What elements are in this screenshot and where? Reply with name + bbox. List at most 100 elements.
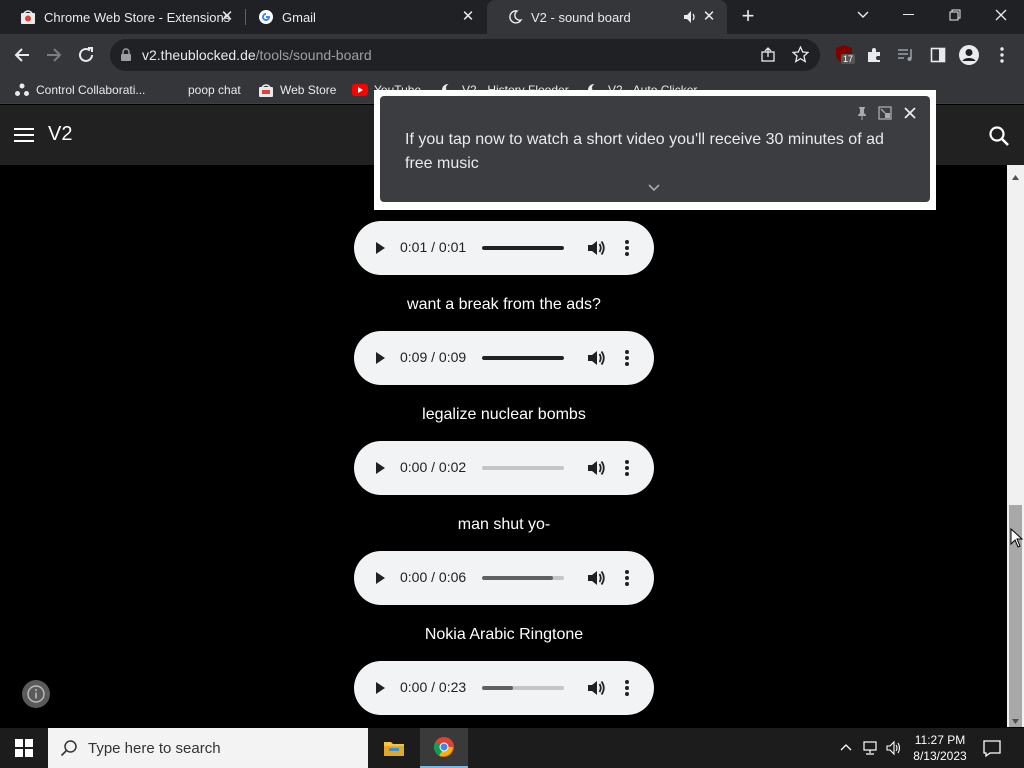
more-options-icon[interactable] bbox=[624, 678, 630, 698]
search-icon[interactable] bbox=[988, 125, 1010, 147]
profile-avatar-icon[interactable] bbox=[957, 43, 981, 67]
tab-audio-icon[interactable] bbox=[683, 9, 697, 25]
audio-player[interactable]: 0:09 / 0:09 bbox=[354, 331, 654, 385]
forward-arrow-icon[interactable] bbox=[42, 43, 66, 67]
google-g-icon bbox=[258, 9, 274, 25]
info-icon[interactable] bbox=[22, 680, 50, 708]
play-icon[interactable] bbox=[374, 460, 386, 476]
volume-icon[interactable] bbox=[586, 678, 606, 698]
restore-icon[interactable] bbox=[932, 0, 978, 30]
volume-icon[interactable] bbox=[586, 238, 606, 258]
new-tab-button[interactable]: + bbox=[736, 5, 760, 29]
more-options-icon[interactable] bbox=[624, 348, 630, 368]
bookmark-control-collaboration[interactable]: Control Collaborati... bbox=[14, 81, 145, 99]
media-queue-icon[interactable] bbox=[894, 43, 918, 67]
file-explorer-icon[interactable] bbox=[370, 728, 418, 768]
more-options-icon[interactable] bbox=[624, 458, 630, 478]
audio-time: 0:01 / 0:01 bbox=[400, 239, 467, 255]
taskbar-search-box[interactable]: Type here to search bbox=[48, 728, 368, 768]
mouse-cursor-icon bbox=[1010, 527, 1024, 548]
minimize-icon[interactable] bbox=[886, 0, 932, 30]
expand-window-icon[interactable] bbox=[878, 106, 892, 120]
volume-icon[interactable] bbox=[586, 458, 606, 478]
bookmark-label: Control Collaborati... bbox=[36, 83, 146, 97]
bookmark-star-icon[interactable] bbox=[791, 45, 810, 68]
audio-progress-fill bbox=[482, 686, 514, 690]
volume-icon[interactable] bbox=[586, 348, 606, 368]
audio-progress-slider[interactable] bbox=[482, 466, 564, 470]
kebab-menu-icon[interactable] bbox=[990, 43, 1014, 67]
blank-icon bbox=[166, 82, 182, 98]
tab-title: V2 - sound board bbox=[531, 9, 631, 25]
audio-progress-slider[interactable] bbox=[482, 356, 564, 360]
url-text: v2.theublocked.de/tools/sound-board bbox=[142, 47, 372, 63]
url-host: v2.theublocked.de bbox=[142, 47, 256, 63]
scroll-down-arrow-icon[interactable] bbox=[1011, 713, 1020, 724]
tab-close-icon[interactable]: ✕ bbox=[460, 9, 476, 25]
tab-sound-board[interactable]: V2 - sound board ✕ bbox=[487, 0, 727, 34]
scroll-up-arrow-icon[interactable] bbox=[1011, 169, 1020, 180]
chevron-down-icon[interactable] bbox=[648, 180, 660, 192]
media-notification-popup[interactable]: If you tap now to watch a short video yo… bbox=[374, 90, 936, 210]
windows-start-icon[interactable] bbox=[0, 728, 48, 768]
clock-time: 11:27 PM bbox=[914, 733, 966, 747]
page-scrollbar[interactable] bbox=[1007, 165, 1024, 727]
audio-time: 0:00 / 0:06 bbox=[400, 569, 467, 585]
bookmark-label: Web Store bbox=[280, 83, 337, 97]
network-icon[interactable] bbox=[862, 740, 878, 756]
control-icon bbox=[14, 82, 30, 98]
moon-icon bbox=[507, 9, 523, 25]
extension-badge: 17 bbox=[841, 54, 856, 64]
back-arrow-icon[interactable] bbox=[10, 43, 34, 67]
play-icon[interactable] bbox=[374, 570, 386, 586]
more-options-icon[interactable] bbox=[624, 568, 630, 588]
popup-body: If you tap now to watch a short video yo… bbox=[380, 96, 930, 202]
side-panel-icon[interactable] bbox=[926, 43, 950, 67]
audio-player[interactable]: 0:00 / 0:02 bbox=[354, 441, 654, 495]
tab-close-icon[interactable]: ✕ bbox=[219, 9, 235, 25]
share-icon[interactable] bbox=[760, 47, 776, 68]
audio-player[interactable]: 0:00 / 0:06 bbox=[354, 551, 654, 605]
extensions-puzzle-icon[interactable] bbox=[862, 43, 886, 67]
chrome-taskbar-icon[interactable] bbox=[420, 728, 468, 768]
hamburger-menu-icon[interactable] bbox=[14, 126, 34, 144]
address-bar[interactable]: v2.theublocked.de/tools/sound-board bbox=[110, 39, 820, 71]
close-icon[interactable] bbox=[903, 106, 917, 120]
clock-date: 8/13/2023 bbox=[913, 749, 967, 763]
bookmark-poop-chat[interactable]: poop chat bbox=[166, 81, 241, 99]
volume-icon[interactable] bbox=[586, 568, 606, 588]
close-window-icon[interactable] bbox=[978, 0, 1024, 30]
search-icon bbox=[60, 739, 78, 757]
play-icon[interactable] bbox=[374, 680, 386, 696]
windows-taskbar: Type here to search 11:27 PM 8/13/2023 bbox=[0, 728, 1024, 768]
tab-close-icon[interactable]: ✕ bbox=[701, 9, 717, 25]
audio-player[interactable]: 0:00 / 0:23 bbox=[354, 661, 654, 715]
popup-message: If you tap now to watch a short video yo… bbox=[405, 131, 884, 172]
ublock-extension-icon[interactable]: 17 bbox=[832, 43, 856, 67]
speaker-icon[interactable] bbox=[886, 740, 902, 756]
tab-search-chevron-icon[interactable] bbox=[840, 0, 886, 30]
audio-progress-slider[interactable] bbox=[482, 576, 564, 580]
audio-progress-slider[interactable] bbox=[482, 686, 564, 690]
site-brand[interactable]: V2 bbox=[48, 123, 72, 146]
taskbar-clock[interactable]: 11:27 PM 8/13/2023 bbox=[905, 732, 975, 764]
bookmark-web-store[interactable]: Web Store bbox=[258, 81, 336, 99]
tab-title: Gmail bbox=[282, 9, 316, 25]
audio-progress-fill bbox=[482, 246, 564, 250]
tab-strip: Chrome Web Store - Extensions ✕ Gmail ✕ … bbox=[0, 0, 1024, 34]
tab-chrome-web-store[interactable]: Chrome Web Store - Extensions ✕ bbox=[0, 0, 245, 34]
lock-icon[interactable] bbox=[120, 48, 132, 67]
tab-gmail[interactable]: Gmail ✕ bbox=[238, 0, 486, 34]
reload-icon[interactable] bbox=[74, 43, 98, 67]
sound-title: Nokia Arabic Ringtone bbox=[424, 626, 584, 643]
notification-center-icon[interactable] bbox=[982, 738, 1002, 758]
audio-player[interactable]: 0:01 / 0:01 bbox=[354, 221, 654, 275]
chevron-up-icon[interactable] bbox=[838, 740, 854, 756]
pin-icon[interactable] bbox=[856, 106, 868, 120]
play-icon[interactable] bbox=[374, 350, 386, 366]
play-icon[interactable] bbox=[374, 240, 386, 256]
audio-time: 0:09 / 0:09 bbox=[400, 349, 467, 365]
more-options-icon[interactable] bbox=[624, 238, 630, 258]
audio-progress-slider[interactable] bbox=[482, 246, 564, 250]
audio-progress-fill bbox=[482, 576, 553, 580]
